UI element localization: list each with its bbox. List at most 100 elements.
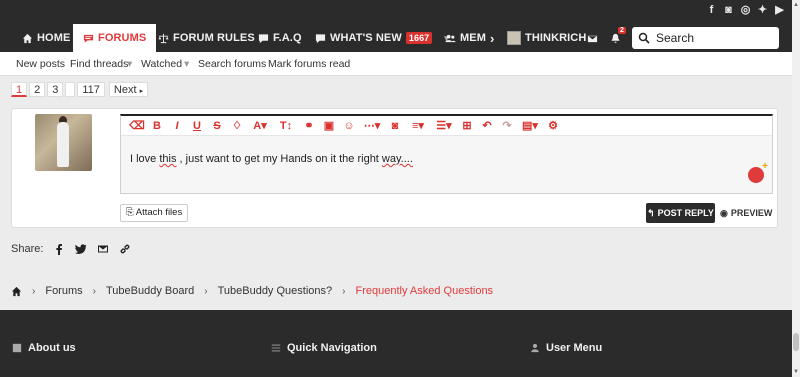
home-icon[interactable] [11,286,22,297]
tab-whats-new-label: WHAT'S NEW [330,32,402,44]
link-icon[interactable]: ⚭ [299,117,319,135]
breadcrumb-current[interactable]: Frequently Asked Questions [355,285,493,297]
discord-icon[interactable]: ◙ [722,4,735,17]
breadcrumb-item[interactable]: TubeBuddy Questions? [218,285,333,297]
font-family-icon[interactable]: A▾ [247,117,273,135]
editor-text-1: I love [130,153,160,165]
next-page-button[interactable]: Next ▸ [108,82,149,97]
text-color-icon[interactable]: ♢ [227,117,247,135]
inbox-button[interactable] [587,24,598,52]
redo-icon[interactable]: ↷ [497,117,517,135]
chevron-right-icon: › [32,285,36,297]
bold-icon[interactable]: B [147,117,167,135]
link-icon[interactable] [119,243,131,255]
bell-icon [611,33,620,43]
undo-icon[interactable]: ↶ [477,117,497,135]
editor-content[interactable]: I love this , just want to get my Hands … [130,153,413,165]
chevron-right-icon: › [490,30,495,46]
preview-label: PREVIEW [730,208,773,218]
scroll-down-icon[interactable]: ▼ [793,369,799,375]
user-icon [531,343,539,353]
page-last[interactable]: 117 [77,82,105,97]
user-menu[interactable]: THINKRICH [507,24,586,52]
facebook-icon[interactable]: f [705,4,718,17]
grammar-extension-icon[interactable] [748,161,768,183]
chevron-right-icon: › [92,285,96,297]
envelope-icon [587,35,598,42]
tab-faq[interactable]: F.A.Q [258,24,302,52]
more-options-icon[interactable]: ⋯▾ [359,117,385,135]
drafts-icon[interactable]: ▤▾ [517,117,543,135]
tab-forum-rules-label: FORUM RULES [173,32,255,44]
search-forums-link[interactable]: Search forums [198,58,266,70]
reply-icon: ↰ [647,207,655,218]
editor-text-misspelled-2: way.... [381,153,413,165]
footer-user-menu: User Menu [530,342,602,354]
page-jump[interactable] [65,82,76,97]
alerts-button[interactable]: 2 [610,24,626,52]
top-bar: f ◙ ◎ ✦ ▶ [0,0,792,24]
image-icon[interactable]: ▣ [319,117,339,135]
username-label: THINKRICH [525,32,587,44]
align-icon[interactable]: ≡▾ [405,117,431,135]
italic-icon[interactable]: I [167,117,187,135]
list-icon [271,344,281,352]
tab-forums-label: FORUMS [98,32,147,44]
avatar-figure [57,122,69,167]
email-icon[interactable] [97,243,109,255]
facebook-icon[interactable] [53,243,65,255]
font-size-icon[interactable]: T↕ [273,117,299,135]
comment-icon [315,33,326,43]
smilies-icon[interactable]: ☺ [339,117,359,135]
watched-link[interactable]: Watched [141,58,182,70]
search-input[interactable]: Search [632,27,779,49]
page-scrollbar[interactable]: ▲ ▼ [792,0,800,377]
tab-members[interactable]: MEM [445,24,486,52]
list-icon[interactable]: ☰▾ [431,117,457,135]
breadcrumb-item[interactable]: TubeBuddy Board [106,285,194,297]
find-threads-menu-icon[interactable]: ▾ [127,58,132,70]
tab-forum-rules[interactable]: FORUM RULES [158,24,255,52]
instagram-icon[interactable]: ◎ [739,4,752,17]
chevron-right-icon: › [204,285,208,297]
comments-icon [83,34,94,43]
tab-home[interactable]: HOME [22,24,70,52]
youtube-icon[interactable]: ▶ [773,4,786,17]
tab-whats-new[interactable]: WHAT'S NEW 1667 ▾ [315,24,449,52]
quick-reply: ⌫ B I U S ♢ A▾ T↕ ⚭ ▣ ☺ ⋯▾ ◙ ≡▾ ☰▾ ⊞ ↶ ↷… [11,108,778,228]
mark-forums-read-link[interactable]: Mark forums read [268,58,350,70]
settings-icon[interactable]: ⚙ [543,117,563,135]
media-icon[interactable]: ◙ [385,117,405,135]
scrollbar-thumb[interactable] [793,333,799,351]
post-reply-label: POST REPLY [657,208,714,218]
home-icon [22,33,33,43]
twitter-icon[interactable]: ✦ [756,4,769,17]
tab-forums[interactable]: FORUMS [73,24,157,52]
tab-home-label: HOME [37,32,71,44]
new-posts-link[interactable]: New posts [16,58,65,70]
info-icon [12,343,22,353]
nav-scroll-right[interactable]: › [490,24,494,52]
page-3[interactable]: 3 [47,82,64,97]
clear-format-icon[interactable]: ⌫ [127,117,147,135]
post-reply-button[interactable]: ↰ POST REPLY [646,203,715,223]
breadcrumb-item[interactable]: Forums [45,285,82,297]
scroll-up-icon[interactable]: ▲ [793,2,799,8]
find-threads-link[interactable]: Find threads [70,58,128,70]
strikethrough-icon[interactable]: S [207,117,227,135]
twitter-icon[interactable] [75,243,87,255]
chevron-right-icon: › [342,285,346,297]
avatar[interactable] [35,114,92,171]
page-2[interactable]: 2 [29,82,46,97]
social-links: f ◙ ◎ ✦ ▶ [705,4,786,17]
reply-editor[interactable]: ⌫ B I U S ♢ A▾ T↕ ⚭ ▣ ☺ ⋯▾ ◙ ≡▾ ☰▾ ⊞ ↶ ↷… [120,114,773,194]
footer-quick-nav: Quick Navigation [271,342,377,354]
eye-icon: ◉ [720,207,728,218]
table-icon[interactable]: ⊞ [457,117,477,135]
attach-files-button[interactable]: ⎘ Attach files [120,204,189,222]
question-comment-icon [258,33,269,43]
preview-button[interactable]: ◉ PREVIEW [720,203,772,223]
underline-icon[interactable]: U [187,117,207,135]
watched-menu-icon[interactable]: ▾ [184,58,189,70]
page-1[interactable]: 1 [11,82,28,97]
